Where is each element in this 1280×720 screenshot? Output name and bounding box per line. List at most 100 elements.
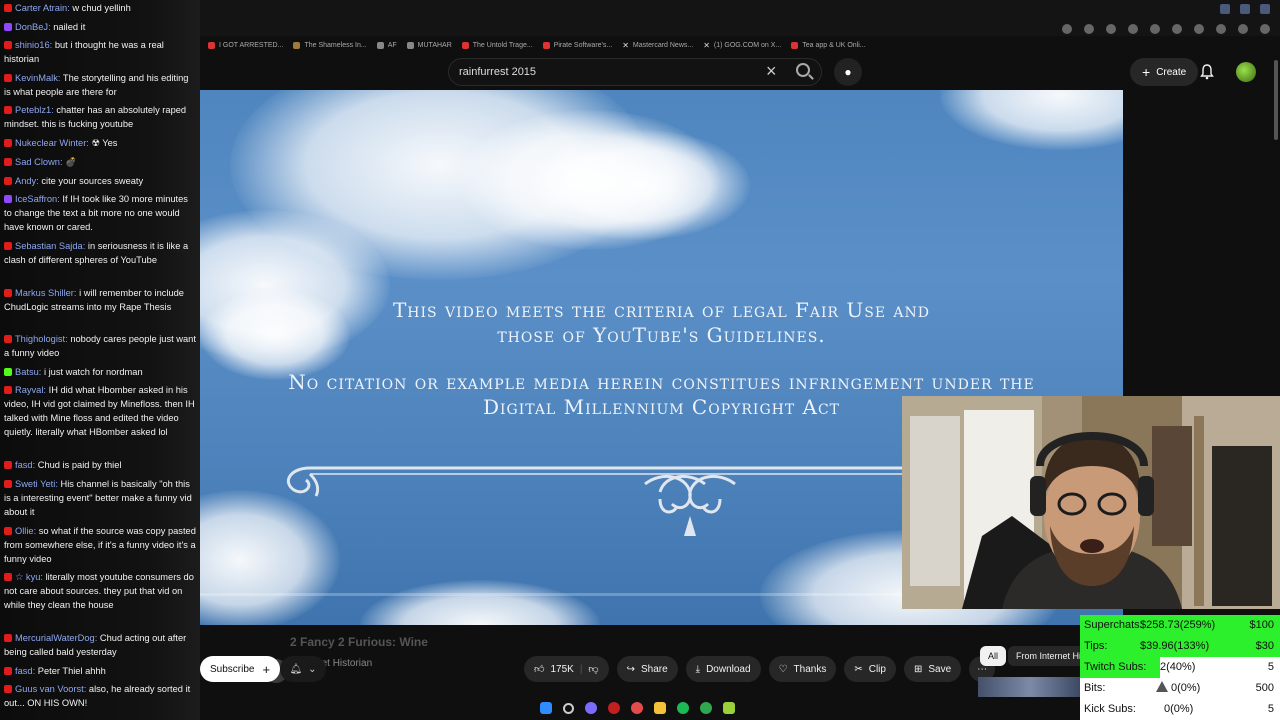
chat-username[interactable]: MercurialWaterDog: xyxy=(15,633,97,643)
chat-username[interactable]: KevinMalk: xyxy=(15,73,60,83)
chat-message: DonBeJ: nailed it xyxy=(4,20,196,34)
chat-text: Peter Thiel ahhh xyxy=(37,666,106,676)
chip-from-channel[interactable]: From Internet Hi xyxy=(1008,646,1090,666)
chat-text: nailed it xyxy=(53,22,86,32)
browser-icon[interactable] xyxy=(631,702,643,714)
heart-dollar-icon: ♡ xyxy=(778,663,788,675)
profile-icon[interactable] xyxy=(1238,24,1248,34)
extension-icon[interactable] xyxy=(1106,24,1116,34)
clip-button[interactable]: ✂ Clip xyxy=(844,656,896,682)
twitch-badge-icon xyxy=(4,23,12,31)
site-icon xyxy=(293,41,301,49)
chat-username[interactable]: Sweti Yeti: xyxy=(15,479,58,489)
chat-username[interactable]: fasd: xyxy=(15,460,35,470)
like-button[interactable]: 👍︎ 175K | 👎︎ xyxy=(524,656,609,682)
chat-username[interactable]: fasd: xyxy=(15,666,35,676)
copilot-icon[interactable] xyxy=(585,702,597,714)
search-icon[interactable] xyxy=(563,702,574,714)
scissors-icon: ✂ xyxy=(854,663,863,675)
spotify-icon[interactable] xyxy=(677,702,689,714)
chip-all[interactable]: All xyxy=(980,646,1007,666)
chat-username[interactable]: Nukeclear Winter: xyxy=(15,138,89,148)
thumbs-up-icon: 👍︎ xyxy=(534,664,545,675)
bookmark[interactable]: The Untold Trage... xyxy=(461,41,533,49)
puzzle-icon[interactable] xyxy=(1216,24,1226,34)
chat-username[interactable]: ☆ kyu: xyxy=(15,572,43,582)
bookmark[interactable]: I GOT ARRESTED... xyxy=(208,41,283,49)
kick-subs-goal: Kick Subs: 0(0%) 5 xyxy=(1080,699,1280,720)
account-avatar[interactable] xyxy=(1236,62,1256,82)
chat-username[interactable]: Andy: xyxy=(15,176,39,186)
chat-message: Carter Atrain: w chud yellinh xyxy=(4,1,196,15)
bookmark[interactable]: The Shameless In... xyxy=(293,41,367,49)
plus-icon: + xyxy=(1142,64,1151,80)
browser-toolbar xyxy=(200,0,1280,36)
page-scrollbar[interactable] xyxy=(1274,60,1278,140)
chat-username[interactable]: shinio16: xyxy=(15,40,52,50)
youtube-badge-icon xyxy=(4,106,12,114)
bookmark[interactable]: Pirate Software's... xyxy=(542,41,612,49)
bookmark[interactable]: ✕ Mastercard News... xyxy=(622,41,693,50)
chat-username[interactable]: Sad Clown: xyxy=(15,157,63,167)
bookmark[interactable]: MUTAHAR xyxy=(406,41,452,49)
twitch-subs-goal: Twitch Subs: 2(40%) 5 xyxy=(1080,657,1280,678)
chat-message: MercurialWaterDog: Chud acting out after… xyxy=(4,631,196,659)
bits-goal: Bits: 0(0%) 500 xyxy=(1080,678,1280,699)
sidebar-dark-area xyxy=(1123,90,1280,396)
menu-icon[interactable] xyxy=(1260,24,1270,34)
recommended-thumbnail[interactable] xyxy=(978,677,1082,697)
youtube-header: rainfurrest 2015 × ● + Create xyxy=(200,54,1280,90)
share-button[interactable]: ↪ Share xyxy=(616,656,678,682)
chat-username[interactable]: Guus van Voorst: xyxy=(15,684,86,694)
extension-icon[interactable] xyxy=(1172,24,1182,34)
bookmark[interactable]: Tea app & UK Onli... xyxy=(791,41,866,49)
notification-settings-button[interactable]: 🔔︎ ⌄ xyxy=(280,656,326,682)
youtube-badge-icon xyxy=(4,634,12,642)
youtube-icon xyxy=(461,41,469,49)
bookmark[interactable]: AF xyxy=(376,41,397,49)
restore-icon[interactable] xyxy=(1240,4,1250,14)
chat-message: Nukeclear Winter: ☢ Yes xyxy=(4,136,196,150)
notifications-bell-icon[interactable] xyxy=(1200,64,1214,80)
bookmark[interactable]: ✕ (1) GOG.COM on X... xyxy=(703,41,781,50)
clear-search-icon[interactable]: × xyxy=(766,62,777,80)
windows-start-icon[interactable] xyxy=(540,702,552,714)
folder-icon xyxy=(406,41,414,49)
chat-username[interactable]: Carter Atrain: xyxy=(15,3,70,13)
chat-message: KevinMalk: The storytelling and his edit… xyxy=(4,71,196,99)
chat-message: Batsu: i just watch for nordman xyxy=(4,365,196,379)
voice-search-button[interactable]: ● xyxy=(834,58,862,86)
thumbs-down-icon[interactable]: 👎︎ xyxy=(588,663,598,675)
youtube-badge-icon xyxy=(4,41,12,49)
create-button[interactable]: + Create xyxy=(1130,58,1199,86)
shield-icon[interactable] xyxy=(1128,24,1138,34)
chat-username[interactable]: Peteblz1: xyxy=(15,105,54,115)
extension-icon[interactable] xyxy=(1194,24,1204,34)
xbox-icon[interactable] xyxy=(700,702,712,714)
subscribe-button[interactable]: Subscribe + xyxy=(200,656,281,682)
close-icon[interactable] xyxy=(1260,4,1270,14)
chat-username[interactable]: Ollie: xyxy=(15,526,36,536)
extension-icon[interactable] xyxy=(1084,24,1094,34)
chat-username[interactable]: Batsu: xyxy=(15,367,41,377)
minimize-icon[interactable] xyxy=(1220,4,1230,14)
chat-username[interactable]: DonBeJ: xyxy=(15,22,51,32)
play-icon[interactable] xyxy=(1150,24,1160,34)
chat-username[interactable]: Sebastian Sajda: xyxy=(15,241,85,251)
zoom-icon[interactable] xyxy=(1062,24,1072,34)
download-button[interactable]: ⤓ Download xyxy=(685,656,761,682)
thanks-button[interactable]: ♡ Thanks xyxy=(768,656,837,682)
chat-username[interactable]: Rayval: xyxy=(15,385,46,395)
chat-username[interactable]: IceSaffron: xyxy=(15,194,60,204)
superchats-goal: Superchats: $258.73(259%) $100 xyxy=(1080,615,1280,636)
chat-username[interactable]: Thighologist: xyxy=(15,334,68,344)
save-button[interactable]: ⊞ Save xyxy=(903,656,962,682)
search-icon[interactable] xyxy=(796,63,810,77)
app-icon[interactable] xyxy=(723,702,735,714)
chat-message: IceSaffron: If IH took like 30 more minu… xyxy=(4,192,196,234)
chat-message: Sweti Yeti: His channel is basically "oh… xyxy=(4,477,196,519)
file-explorer-icon[interactable] xyxy=(654,702,666,714)
youtube-badge-icon xyxy=(4,685,12,693)
opera-icon[interactable] xyxy=(608,702,620,714)
chat-username[interactable]: Markus Shiller: xyxy=(15,288,76,298)
